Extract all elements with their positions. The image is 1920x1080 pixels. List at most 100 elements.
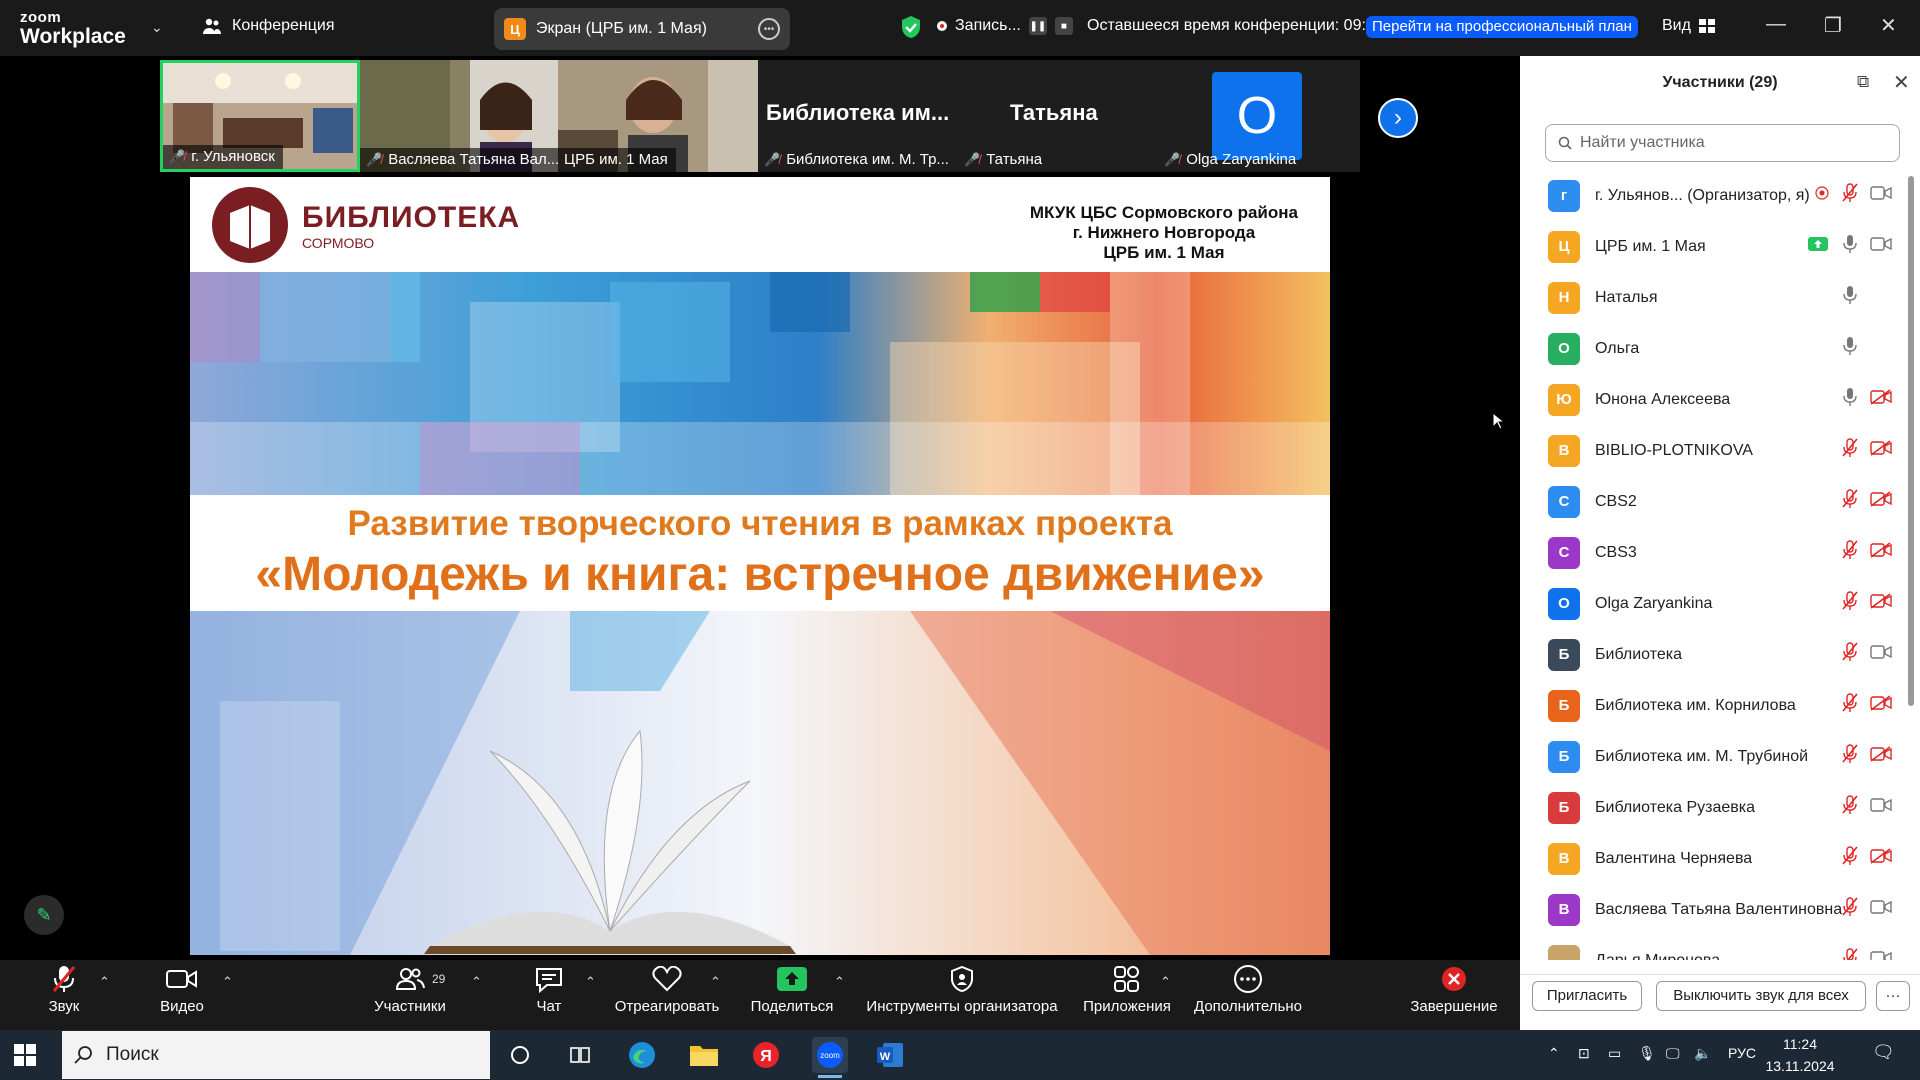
task-view-icon[interactable] [562,1037,598,1073]
participant-row[interactable]: О Ольга [1520,323,1910,374]
participant-row[interactable]: Ц ЦРБ им. 1 Мая [1520,221,1910,272]
mic-off-icon[interactable] [1842,846,1858,871]
annotate-pencil-icon[interactable]: ✎ [24,895,64,935]
participant-row[interactable]: B BIBLIO-PLOTNIKOVA [1520,425,1910,476]
pop-out-icon[interactable]: ⧉ [1857,72,1869,92]
camera-off-icon[interactable] [1870,593,1892,614]
participant-row[interactable]: г г. Ульянов... (Организатор, я) [1520,170,1910,221]
video-tile[interactable]: ЦРБ им. 1 Мая [558,60,758,172]
video-tile[interactable]: 🎤̸ г. Ульяновск [160,60,360,172]
participant-row[interactable]: Б Библиотека им. Корнилова [1520,680,1910,731]
participant-row[interactable]: Б Библиотека им. М. Трубиной [1520,731,1910,782]
camera-off-icon[interactable] [1870,848,1892,869]
zoom-logo[interactable]: zoom Workplace [20,10,126,47]
mic-off-icon[interactable] [1842,489,1858,514]
mic-off-icon[interactable] [1842,642,1858,667]
tray-expand-icon[interactable]: ⌃ [1548,1045,1560,1062]
host-tools-button[interactable]: Инструменты организатора [862,960,1062,1030]
audio-button[interactable]: Звук [36,960,92,1030]
language-indicator[interactable]: РУС [1728,1045,1756,1061]
taskbar-search-input[interactable]: Поиск [62,1031,490,1079]
mic-off-icon[interactable] [1842,591,1858,616]
share-screen-button[interactable]: Поделиться [746,960,838,1030]
video-tile[interactable]: Татьяна 🎤̸ Татьяна [958,60,1158,172]
camera-off-icon[interactable] [1870,695,1892,716]
next-page-button[interactable]: › [1378,98,1418,138]
chat-button[interactable]: Чат [522,960,576,1030]
invite-button[interactable]: Пригласить [1532,981,1642,1011]
upgrade-link[interactable]: Перейти на профессиональный план [1366,16,1638,38]
camera-off-icon[interactable] [1870,542,1892,563]
clock[interactable]: 11:24 13.11.2024 [1760,1033,1840,1077]
battery-icon[interactable]: ▭ [1608,1045,1621,1062]
scrollbar[interactable] [1908,176,1914,706]
mic-icon[interactable] [1842,387,1858,412]
network-icon[interactable]: 🖵 [1666,1045,1680,1062]
chevron-up-icon[interactable]: ⌃ [834,974,845,990]
camera-off-icon[interactable] [1870,491,1892,512]
edge-browser-icon[interactable] [624,1037,660,1073]
mic-off-icon[interactable] [1842,183,1858,208]
participant-row[interactable]: В Васляева Татьяна Валентиновна [1520,884,1910,935]
video-tile[interactable]: O 🎤̸ Olga Zaryankina [1158,60,1358,172]
camera-off-icon[interactable] [1870,746,1892,767]
close-window-icon[interactable]: ✕ [1880,13,1897,38]
minimize-icon[interactable]: — [1766,13,1786,36]
close-panel-icon[interactable]: ✕ [1893,70,1910,95]
camera-icon[interactable] [1870,899,1892,920]
mic-off-icon[interactable] [1842,795,1858,820]
chevron-up-icon[interactable]: ⌃ [1160,974,1171,990]
participant-row[interactable]: C CBS2 [1520,476,1910,527]
tray-app-icon[interactable]: ⊡ [1578,1045,1590,1062]
participant-search-input[interactable]: Найти участника [1545,124,1900,162]
participant-row[interactable]: Б Библиотека [1520,629,1910,680]
chevron-up-icon[interactable]: ⌃ [585,974,596,990]
view-menu[interactable]: Вид [1662,17,1715,35]
more-button[interactable]: Дополнительно [1190,960,1306,1030]
pause-recording-icon[interactable]: ❚❚ [1028,17,1047,35]
camera-icon[interactable] [1870,185,1892,206]
file-explorer-icon[interactable] [686,1037,722,1073]
video-tile[interactable]: Библиотека им... 🎤̸ Библиотека им. М. Тр.… [758,60,958,172]
zoom-app-icon[interactable]: zoom [812,1037,848,1078]
mic-off-icon[interactable] [1842,744,1858,769]
tray-mic-icon[interactable]: 🎙 [1638,1045,1656,1062]
notifications-icon[interactable]: 🗨 [1872,1042,1895,1063]
apps-button[interactable]: Приложения [1080,960,1174,1030]
participant-row[interactable]: Дарья Миронова [1520,935,1910,960]
mic-off-icon[interactable] [1842,948,1858,960]
camera-icon[interactable] [1870,950,1892,960]
windows-start-icon[interactable] [14,1044,36,1066]
camera-icon[interactable] [1870,236,1892,257]
camera-off-icon[interactable] [1870,440,1892,461]
chevron-down-icon[interactable]: ⌄ [151,19,163,36]
camera-icon[interactable] [1870,797,1892,818]
mute-all-button[interactable]: Выключить звук для всех [1656,981,1866,1011]
camera-off-icon[interactable] [1870,389,1892,410]
end-meeting-button[interactable]: Завершение [1408,960,1500,1030]
chevron-up-icon[interactable]: ⌃ [222,974,233,990]
stop-recording-icon[interactable]: ■ [1054,17,1073,35]
mic-icon[interactable] [1842,234,1858,259]
security-shield-icon[interactable] [900,15,922,39]
camera-icon[interactable] [1870,644,1892,665]
participant-row[interactable]: O Olga Zaryankina [1520,578,1910,629]
more-button[interactable]: ··· [1876,981,1910,1011]
chevron-up-icon[interactable]: ⌃ [99,974,110,990]
mic-off-icon[interactable] [1842,540,1858,565]
mic-off-icon[interactable] [1842,438,1858,463]
react-button[interactable]: Отреагировать [612,960,722,1030]
restore-icon[interactable]: ❐ [1824,13,1842,38]
cortana-icon[interactable] [502,1037,538,1073]
video-tile[interactable]: 🎤̸ Васляева Татьяна Вал... [360,60,558,172]
meeting-menu[interactable]: Конференция [202,17,335,35]
chevron-up-icon[interactable]: ⌃ [710,974,721,990]
participants-button[interactable]: Участники [370,960,450,1030]
share-view-tab[interactable]: Ц Экран (ЦРБ им. 1 Мая) ••• [494,8,790,50]
mic-icon[interactable] [1842,285,1858,310]
participant-row[interactable]: Б Библиотека Рузаевка [1520,782,1910,833]
chevron-up-icon[interactable]: ⌃ [471,974,482,990]
participant-row[interactable]: C CBS3 [1520,527,1910,578]
participant-row[interactable]: Ю Юнона Алексеева [1520,374,1910,425]
mic-off-icon[interactable] [1842,897,1858,922]
